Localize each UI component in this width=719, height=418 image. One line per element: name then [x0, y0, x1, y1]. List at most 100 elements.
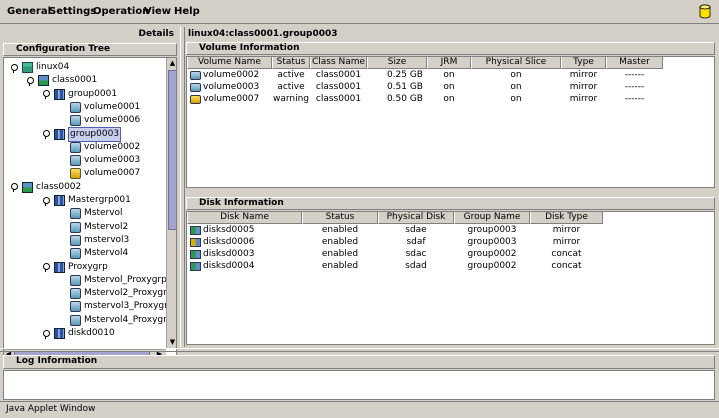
tree-expander-icon[interactable]: [10, 63, 18, 73]
tree-expander-icon[interactable]: [42, 130, 50, 139]
volume-icon: [190, 83, 201, 92]
volume-table: Volume Name Status Class Name Size JRM Physic…: [186, 56, 715, 188]
menu-help[interactable]: Help: [174, 6, 200, 17]
tree-node[interactable]: Mstervol4_Proxygrp: [58, 314, 173, 327]
volume-cell-jrm: on: [443, 94, 455, 104]
volume-column-header[interactable]: JRM: [427, 57, 471, 69]
configuration-tree[interactable]: linux04 class0001 group0001 volume0001 volum…: [3, 57, 177, 361]
tree-node[interactable]: Mstervol2: [58, 221, 128, 234]
tree-node[interactable]: Mstervol_Proxygrp: [58, 274, 167, 287]
volume-column-header[interactable]: Physical Slice: [471, 57, 561, 69]
tree-node-label: linux04: [36, 62, 70, 72]
volume-cell-jrm: on: [443, 82, 455, 92]
tree-node[interactable]: class0001: [26, 74, 97, 87]
volume-row[interactable]: volume0002 active class0001 0.25 GB on on mirr…: [187, 70, 663, 81]
horizontal-splitter[interactable]: [0, 348, 719, 352]
disk-row[interactable]: disksd0006 enabled sdaf group0003 mirror: [187, 237, 603, 248]
volume-cell-slice: on: [510, 70, 522, 80]
volume-cell-name: volume0007: [203, 94, 260, 104]
disk-row[interactable]: disksd0005 enabled sdae group0003 mirror: [187, 225, 603, 236]
disk-row[interactable]: disksd0003 enabled sdac group0002 concat: [187, 249, 603, 260]
disk-column-header[interactable]: Group Name: [454, 212, 530, 224]
tree-expander-icon[interactable]: [26, 76, 34, 86]
tree-node[interactable]: Mstervol4: [58, 247, 128, 260]
volume-icon: [70, 101, 81, 113]
tree-node[interactable]: Mastergrp001: [42, 194, 131, 207]
volume-column-header[interactable]: Volume Name: [187, 57, 272, 69]
tree-node[interactable]: volume0003: [58, 154, 140, 167]
volume-cell-class: class0001: [315, 70, 362, 80]
tree-expander-icon[interactable]: [42, 263, 50, 272]
tree-node[interactable]: Mstervol2_Proxygrp: [58, 287, 173, 300]
configuration-tree-header: Configuration Tree: [3, 43, 177, 56]
volume-icon: [70, 288, 81, 300]
tree-node[interactable]: group0001: [42, 88, 117, 101]
disk-column-header[interactable]: Disk Name: [187, 212, 302, 224]
volume-row[interactable]: volume0003 active class0001 0.51 GB on on mirr…: [187, 82, 663, 93]
disk-column-header[interactable]: Disk Type: [530, 212, 603, 224]
host-icon: [22, 62, 33, 73]
disk-column-header[interactable]: Physical Disk: [378, 212, 454, 224]
disk-row[interactable]: disksd0004 enabled sdad group0002 concat: [187, 261, 603, 272]
volume-column-header[interactable]: Type: [561, 57, 606, 69]
scroll-up-arrow-icon[interactable]: ▲: [168, 59, 176, 68]
tree-node[interactable]: Proxygrp: [42, 261, 108, 274]
disk-icon: [190, 226, 201, 235]
volume-cell-type: mirror: [569, 94, 598, 104]
volume-column-header[interactable]: Size: [367, 57, 427, 69]
disk-cell-type: concat: [551, 261, 582, 271]
volume-cell-status: active: [277, 82, 305, 92]
object-path-title: linux04:class0001.group0003: [188, 29, 338, 39]
tree-node[interactable]: class0002: [10, 181, 81, 194]
volume-icon: [70, 221, 81, 233]
tree-expander-icon[interactable]: [10, 183, 18, 193]
tree-vertical-scrollbar[interactable]: ▲ ▼: [166, 58, 176, 348]
volume-column-header[interactable]: Master: [606, 57, 663, 69]
tree-node-label: mstervol3: [84, 234, 130, 245]
volume-column-header[interactable]: Status: [272, 57, 310, 69]
details-button[interactable]: Details: [0, 27, 176, 41]
disk-cell-group: group0002: [467, 249, 517, 259]
log-area[interactable]: [3, 370, 715, 400]
tree-node[interactable]: Mstervol: [58, 207, 123, 220]
menu-view[interactable]: View: [144, 6, 171, 17]
disk-information-header: Disk Information: [186, 197, 715, 210]
volume-column-header[interactable]: Class Name: [310, 57, 367, 69]
disk-cell-status: enabled: [321, 237, 359, 247]
disk-cell-group: group0003: [467, 237, 517, 247]
tree-node[interactable]: volume0001: [58, 101, 140, 114]
disk-column-header[interactable]: Status: [302, 212, 378, 224]
volume-cell-master: ------: [624, 70, 645, 80]
tree-node[interactable]: volume0002: [58, 141, 140, 154]
volume-cell-type: mirror: [569, 82, 598, 92]
tree-node-label: volume0007: [84, 168, 141, 179]
tree-node[interactable]: mstervol3_Proxygrp: [58, 300, 174, 313]
menu-settings[interactable]: Settings: [49, 6, 96, 17]
tree-node[interactable]: mstervol3: [58, 234, 129, 247]
tree-node-label: mstervol3_Proxygrp: [84, 301, 174, 312]
tree-node[interactable]: diskd0010: [42, 327, 115, 340]
volume-cell-type: mirror: [569, 70, 598, 80]
volume-row[interactable]: volume0007 warning class0001 0.50 GB on on mir…: [187, 94, 663, 105]
volume-icon: [70, 314, 81, 326]
disk-cell-status: enabled: [321, 249, 359, 259]
scroll-down-arrow-icon[interactable]: ▼: [168, 338, 176, 347]
tree-node[interactable]: linux04: [10, 61, 69, 74]
volume-cell-class: class0001: [315, 94, 362, 104]
tree-node[interactable]: group0003: [42, 126, 122, 142]
tree-vertical-scroll-thumb[interactable]: [168, 70, 176, 230]
tree-node-label: Proxygrp: [68, 261, 108, 272]
disk-icon: [190, 238, 201, 247]
tree-expander-icon[interactable]: [42, 329, 50, 339]
tree-expander-icon[interactable]: [42, 196, 50, 206]
menu-general[interactable]: General: [7, 6, 51, 17]
tree-node-label: class0002: [36, 181, 82, 192]
vertical-splitter[interactable]: [180, 27, 185, 347]
menu-operation[interactable]: Operation: [93, 6, 149, 17]
tree-node[interactable]: volume0007: [58, 167, 140, 180]
tree-node[interactable]: volume0006: [58, 114, 140, 127]
group-icon: [54, 328, 65, 339]
disk-icon: [190, 262, 201, 271]
tree-node-label: Mstervol4: [84, 248, 129, 259]
tree-expander-icon[interactable]: [42, 90, 50, 100]
